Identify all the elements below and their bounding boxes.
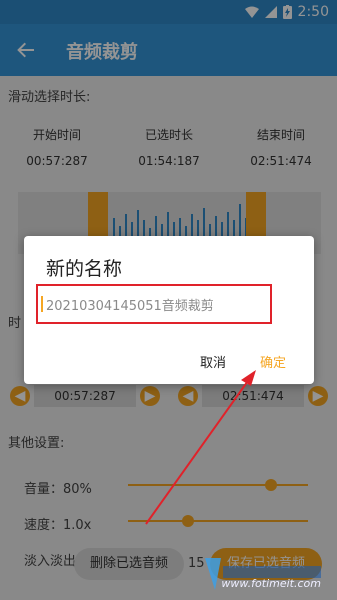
name-input[interactable] (36, 284, 272, 324)
dialog-title: 新的名称 (46, 258, 123, 280)
cancel-button[interactable]: 取消 (200, 352, 226, 371)
text-caret (41, 296, 43, 312)
watermark-text: www.fotimeit.com (221, 577, 321, 590)
watermark-logo: www.fotimeit.com (201, 556, 331, 594)
rename-dialog: 新的名称 取消 确定 (24, 236, 314, 384)
confirm-button[interactable]: 确定 (260, 352, 286, 371)
